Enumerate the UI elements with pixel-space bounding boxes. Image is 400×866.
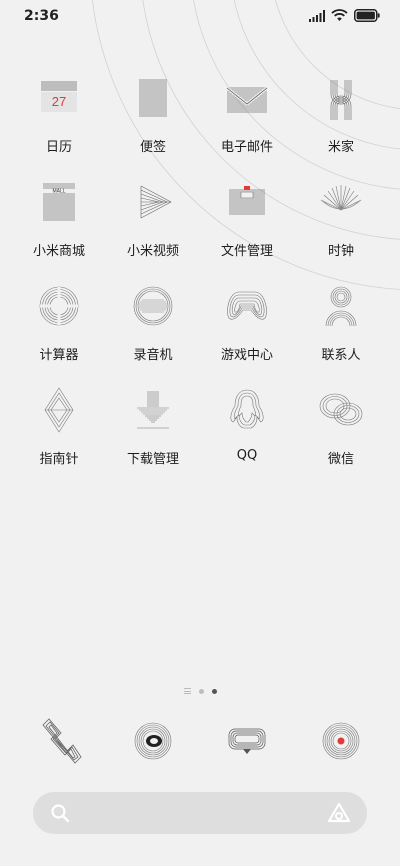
app-label: 小米视频 (126, 244, 179, 259)
app-label: 小米商城 (32, 244, 85, 259)
app-label: 计算器 (39, 348, 79, 363)
app-label: 电子邮件 (220, 140, 273, 155)
app-file-manager[interactable]: 文件管理 (200, 178, 294, 259)
wechat-icon (319, 393, 363, 426)
mail-icon (226, 86, 268, 113)
app-wechat[interactable]: 微信 (294, 386, 388, 467)
page-indicator[interactable] (0, 686, 400, 696)
dock-browser[interactable] (123, 711, 183, 771)
mall-badge: MALL (52, 189, 65, 195)
app-mail[interactable]: 电子邮件 (200, 74, 294, 155)
messages-icon (228, 728, 266, 754)
app-recorder[interactable]: 录音机 (106, 282, 200, 363)
app-label: 游戏中心 (220, 348, 273, 363)
search-bar[interactable] (33, 792, 367, 836)
app-label: 时钟 (327, 244, 354, 259)
compass-icon (44, 387, 74, 433)
calendar-icon: 27 (41, 81, 77, 112)
mall-icon: MALL (43, 183, 75, 221)
app-contacts[interactable]: 联系人 (294, 282, 388, 363)
file-manager-icon (229, 186, 265, 215)
contacts-icon (325, 286, 357, 327)
phone-icon (42, 718, 82, 764)
signal-icon (309, 9, 325, 22)
clock-icon (320, 185, 362, 211)
camera-icon (322, 722, 360, 760)
page-dot (198, 688, 204, 694)
app-download-manager[interactable]: 下载管理 (106, 386, 200, 467)
recorder-icon (133, 286, 173, 326)
app-label: 联系人 (321, 348, 361, 363)
dock-phone[interactable] (29, 711, 89, 771)
battery-icon (354, 9, 380, 22)
browser-icon (134, 722, 172, 760)
app-compass[interactable]: 指南针 (12, 386, 106, 467)
app-calculator[interactable]: 计算器 (12, 282, 106, 363)
status-time: 2:36 (24, 8, 59, 24)
wifi-icon (331, 9, 348, 21)
app-label: 下载管理 (126, 452, 179, 467)
app-mijia[interactable]: 米家 (294, 74, 388, 155)
app-clock[interactable]: 时钟 (294, 178, 388, 259)
app-qq[interactable]: QQ (200, 386, 294, 463)
app-label: 日历 (45, 140, 72, 155)
app-label: 便签 (139, 140, 166, 155)
app-label: 文件管理 (220, 244, 273, 259)
app-game-center[interactable]: 游戏中心 (200, 282, 294, 363)
app-label: 录音机 (133, 348, 173, 363)
calculator-icon (39, 286, 79, 326)
mijia-icon (330, 80, 352, 120)
app-label: 指南针 (39, 452, 79, 467)
page-dot-active (211, 688, 217, 694)
download-icon (137, 391, 169, 429)
dock-messages[interactable] (217, 711, 277, 771)
app-label: QQ (236, 448, 258, 463)
search-input[interactable] (81, 792, 319, 836)
status-bar: 2:36 (0, 0, 400, 34)
app-mall[interactable]: MALL 小米商城 (12, 178, 106, 259)
assistant-icon[interactable] (327, 802, 351, 824)
notes-icon (139, 79, 167, 117)
video-icon (140, 185, 172, 219)
app-calendar[interactable]: 27 日历 (12, 74, 106, 155)
dock-camera[interactable] (311, 711, 371, 771)
app-label: 微信 (327, 452, 354, 467)
app-video[interactable]: 小米视频 (106, 178, 200, 259)
qq-icon (230, 389, 264, 429)
page-indicator-menu (183, 688, 191, 694)
app-notes[interactable]: 便签 (106, 74, 200, 155)
app-label: 米家 (327, 140, 354, 155)
search-icon[interactable] (50, 803, 70, 823)
game-center-icon (227, 291, 267, 320)
calendar-date: 27 (52, 94, 66, 109)
